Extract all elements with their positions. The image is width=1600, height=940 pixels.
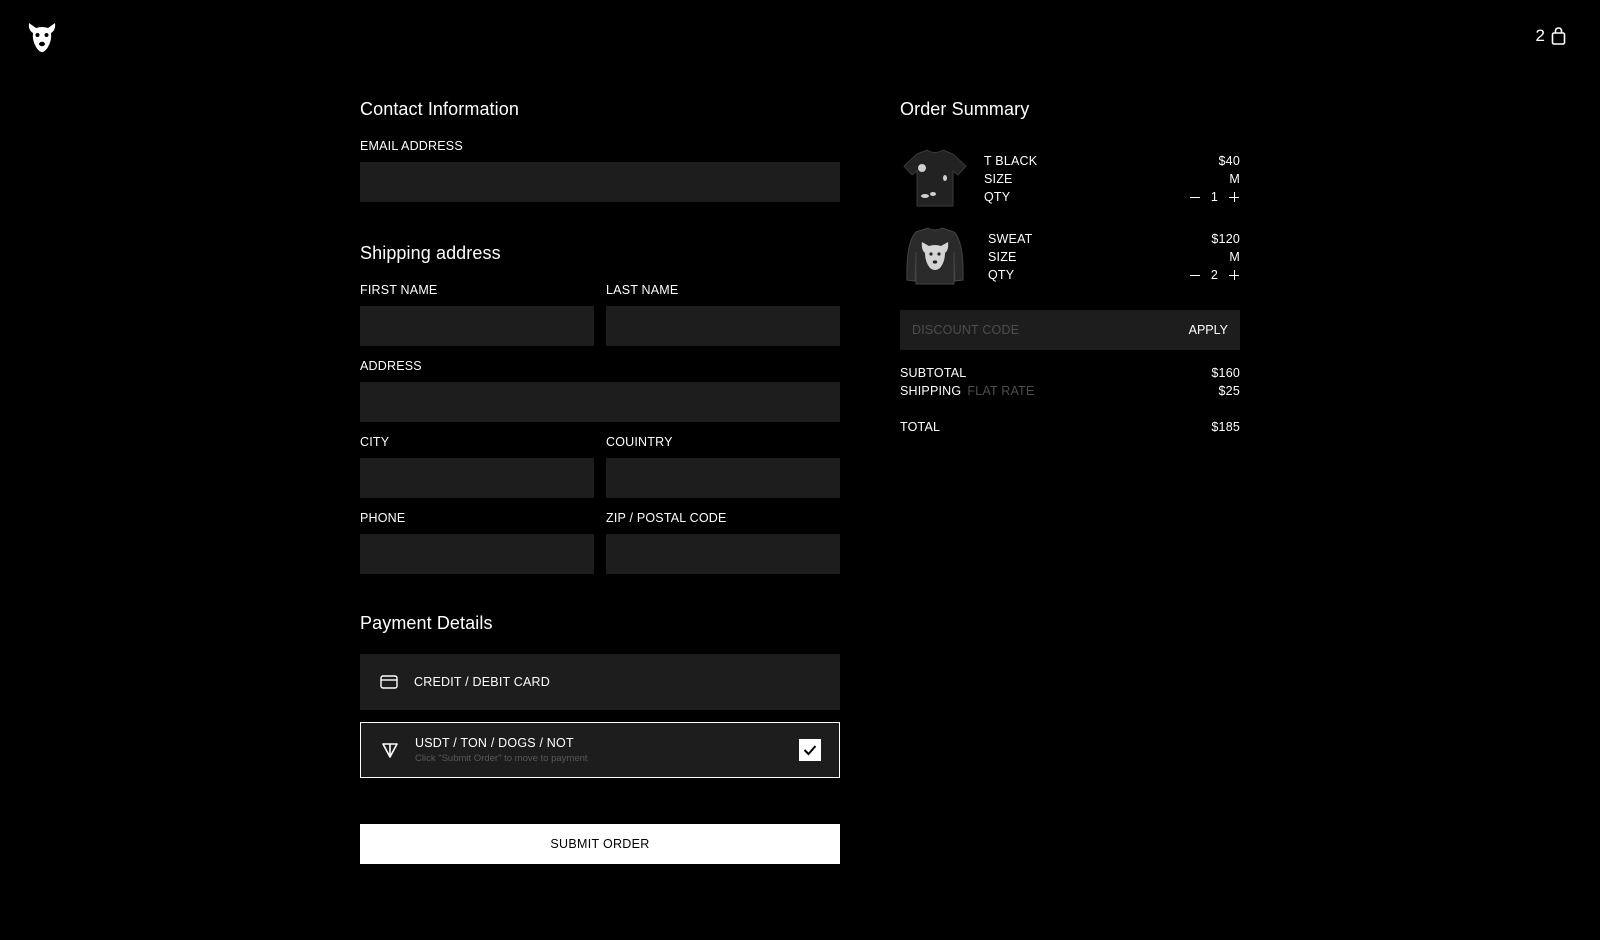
item-name: SWEAT — [988, 232, 1033, 246]
apply-button[interactable]: APPLY — [1189, 323, 1228, 337]
tshirt-product-image — [903, 149, 967, 207]
shipping-title: Shipping address — [360, 243, 501, 263]
crypto-option-label: USDT / TON / DOGS / NOT — [415, 736, 574, 750]
first-name-input[interactable] — [360, 306, 594, 346]
email-input[interactable] — [360, 162, 840, 202]
order-totals: SUBTOTAL $160 SHIPPING FLAT RATE $25 TOTAL $… — [900, 364, 1240, 436]
shopping-bag-icon — [1551, 27, 1566, 45]
item-size: M — [1229, 250, 1240, 264]
total-value: $185 — [1211, 420, 1240, 434]
quantity-stepper: 2 — [1189, 266, 1240, 284]
order-summary-title: Order Summary — [900, 99, 1030, 119]
item-qty: 2 — [1210, 268, 1218, 282]
item-size: M — [1229, 172, 1240, 186]
ton-icon — [382, 743, 398, 758]
sweatshirt-product-image — [906, 227, 964, 285]
city-label: CITY — [360, 435, 390, 449]
city-input[interactable] — [360, 458, 594, 498]
minus-icon[interactable] — [1189, 269, 1201, 281]
item-size-label: SIZE — [984, 172, 1013, 186]
item-name: T BLACK — [984, 154, 1038, 168]
item-price: $40 — [1218, 154, 1240, 168]
order-summary: Order Summary T BLACK $40 SIZE M QTY 1 S… — [900, 98, 1240, 434]
checkout-form: Contact Information EMAIL ADDRESS Shippi… — [360, 98, 840, 864]
selected-checkbox[interactable] — [799, 739, 821, 761]
credit-card-icon — [380, 675, 398, 689]
last-name-input[interactable] — [606, 306, 840, 346]
country-input[interactable] — [606, 458, 840, 498]
cart-item: SWEAT $120 SIZE M QTY 2 — [900, 222, 1240, 292]
quantity-stepper: 1 — [1189, 188, 1240, 206]
discount-placeholder: DISCOUNT CODE — [912, 323, 1020, 337]
payment-option-card[interactable]: CREDIT / DEBIT CARD — [360, 654, 840, 710]
minus-icon[interactable] — [1189, 191, 1201, 203]
zip-input[interactable] — [606, 534, 840, 574]
phone-input[interactable] — [360, 534, 594, 574]
subtotal-label: SUBTOTAL — [900, 366, 967, 380]
item-price: $120 — [1211, 232, 1240, 246]
address-label: ADDRESS — [360, 359, 422, 373]
cart-count: 2 — [1535, 26, 1545, 45]
plus-icon[interactable] — [1228, 191, 1240, 203]
plus-icon[interactable] — [1228, 269, 1240, 281]
first-name-label: FIRST NAME — [360, 283, 438, 297]
item-qty: 1 — [1210, 190, 1218, 204]
item-qty-label: QTY — [988, 268, 1015, 282]
last-name-label: LAST NAME — [606, 283, 679, 297]
item-qty-label: QTY — [984, 190, 1011, 204]
zip-label: ZIP / POSTAL CODE — [606, 511, 727, 525]
shipping-value: $25 — [1218, 384, 1240, 398]
payment-title: Payment Details — [360, 613, 493, 633]
subtotal-value: $160 — [1211, 366, 1240, 380]
contact-title: Contact Information — [360, 99, 519, 119]
email-label: EMAIL ADDRESS — [360, 139, 463, 153]
checkmark-icon — [803, 745, 817, 756]
phone-label: PHONE — [360, 511, 406, 525]
cart-button[interactable]: 2 — [1536, 26, 1566, 46]
cart-item: T BLACK $40 SIZE M QTY 1 — [900, 144, 1240, 214]
payment-option-crypto[interactable]: USDT / TON / DOGS / NOT Click "Submit Or… — [360, 722, 840, 778]
item-size-label: SIZE — [988, 250, 1017, 264]
dog-logo-icon[interactable] — [26, 20, 58, 54]
total-label: TOTAL — [900, 420, 941, 434]
address-input[interactable] — [360, 382, 840, 422]
country-label: COUINTRY — [606, 435, 673, 449]
shipping-method: FLAT RATE — [967, 384, 1035, 398]
shipping-label: SHIPPING — [900, 384, 962, 398]
crypto-option-hint: Click "Submit Order" to move to payment — [415, 753, 588, 764]
discount-code-input[interactable]: DISCOUNT CODE APPLY — [900, 310, 1240, 350]
submit-order-button[interactable]: SUBMIT ORDER — [360, 824, 840, 864]
card-option-label: CREDIT / DEBIT CARD — [414, 675, 550, 689]
